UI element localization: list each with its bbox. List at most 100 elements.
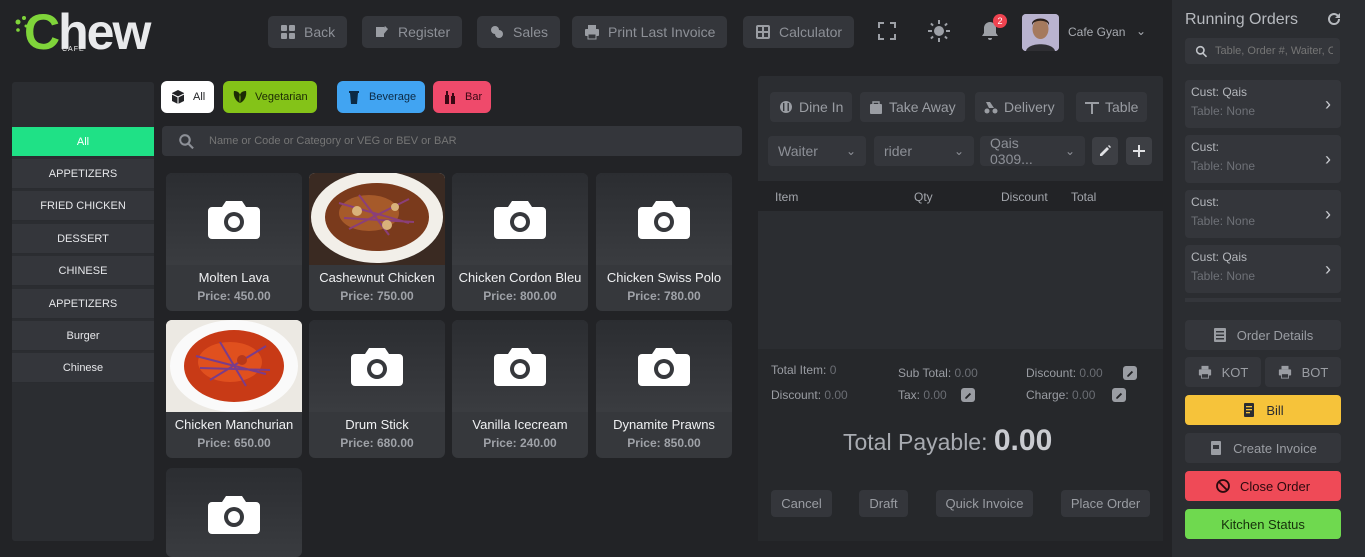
close-order-button[interactable]: Close Order	[1185, 471, 1341, 501]
discount-value: 0.00	[1079, 366, 1103, 380]
search-icon	[1195, 45, 1208, 57]
filter-beverage-label: Beverage	[369, 91, 417, 103]
cup-icon	[349, 91, 359, 104]
notifications-button[interactable]: 2	[977, 14, 1007, 44]
back-button[interactable]: Back	[268, 16, 348, 48]
edit-discount-button[interactable]	[1123, 366, 1137, 380]
kot-button[interactable]: KOT	[1185, 357, 1261, 387]
product-card[interactable]: Vanilla Icecream Price: 240.00	[452, 320, 588, 458]
order-details-button[interactable]: Order Details	[1185, 320, 1341, 350]
category-item-chinese-2[interactable]: Chinese	[12, 353, 154, 383]
product-price: Price: 780.00	[627, 289, 701, 303]
category-item-chinese[interactable]: CHINESE	[12, 256, 154, 286]
product-price: Price: 650.00	[197, 436, 271, 450]
printer-icon	[1278, 365, 1291, 379]
edit-charge-button[interactable]	[1112, 388, 1126, 402]
category-item-burger[interactable]: Burger	[12, 321, 154, 351]
order-table: Table: None	[1191, 104, 1256, 118]
calculator-button[interactable]: Calculator	[743, 16, 855, 48]
chevron-down-icon: ⌄	[845, 144, 856, 158]
customer-select[interactable]: Qais 0309... ⌄	[980, 135, 1085, 167]
category-item-appetizers-2[interactable]: APPETIZERS	[12, 289, 154, 319]
running-order-card[interactable]: Cust: Qais Table: None ›	[1185, 80, 1341, 128]
draft-button[interactable]: Draft	[859, 490, 908, 517]
refresh-icon[interactable]	[1327, 12, 1341, 26]
charge-value: 0.00	[1072, 388, 1096, 402]
order-table: Table: None	[1191, 269, 1256, 283]
bill-label: Bill	[1266, 402, 1284, 418]
sub-total-row: Sub Total: 0.00	[898, 366, 978, 380]
filter-bar-button[interactable]: Bar	[433, 81, 492, 113]
product-name: Molten Lava	[198, 270, 270, 285]
product-image	[166, 173, 302, 265]
charge-row: Charge: 0.00	[1026, 388, 1095, 402]
avatar[interactable]	[1022, 14, 1059, 51]
tax-value: 0.00	[923, 388, 947, 402]
product-card[interactable]: Chicken Manchurian Price: 650.00	[166, 320, 302, 458]
running-orders-search[interactable]	[1185, 38, 1340, 64]
product-image	[452, 320, 588, 412]
user-name[interactable]: Cafe Gyan	[1068, 25, 1125, 39]
running-order-card[interactable]: Cust: Table: None ›	[1185, 190, 1341, 238]
category-item-fried-chicken[interactable]: FRIED CHICKEN	[12, 191, 154, 221]
bill-button[interactable]: Bill	[1185, 395, 1341, 425]
chevron-down-icon[interactable]: ⌄	[1136, 24, 1146, 38]
product-search-input[interactable]	[209, 135, 709, 147]
filter-vegetarian-button[interactable]: Vegetarian	[223, 81, 317, 113]
notification-badge: 2	[993, 14, 1007, 28]
product-card[interactable]: Chicken Cordon Bleu Price: 800.00	[452, 173, 588, 311]
product-price: Price: 800.00	[483, 289, 557, 303]
create-invoice-button[interactable]: Create Invoice	[1185, 433, 1341, 463]
tab-delivery[interactable]: Delivery	[975, 92, 1064, 122]
printer-icon	[1198, 365, 1211, 379]
product-card[interactable]	[166, 468, 302, 557]
place-order-button[interactable]: Place Order	[1061, 490, 1150, 517]
running-orders-search-input[interactable]	[1215, 45, 1333, 57]
product-card[interactable]: Cashewnut Chicken Price: 750.00	[309, 173, 445, 311]
chevron-right-icon: ›	[1325, 94, 1331, 114]
kitchen-status-button[interactable]: Kitchen Status	[1185, 509, 1341, 539]
edit-tax-button[interactable]	[961, 388, 975, 402]
chevron-down-icon: ⌄	[1064, 144, 1075, 158]
total-item-row: Total Item: 0	[771, 363, 836, 377]
filter-beverage-button[interactable]: Beverage	[337, 81, 426, 113]
product-card[interactable]: Molten Lava Price: 450.00	[166, 173, 302, 311]
running-order-card[interactable]: Cust: Table: None ›	[1185, 135, 1341, 183]
product-card[interactable]: Chicken Swiss Polo Price: 780.00	[596, 173, 732, 311]
print-last-invoice-button[interactable]: Print Last Invoice	[572, 16, 728, 48]
product-search[interactable]	[162, 126, 742, 156]
pencil-icon	[1126, 370, 1133, 377]
add-customer-button[interactable]	[1126, 137, 1152, 165]
product-card[interactable]: Dynamite Prawns Price: 850.00	[596, 320, 732, 458]
product-name: Chicken Manchurian	[174, 417, 294, 432]
running-orders-title: Running Orders	[1185, 11, 1298, 28]
product-name: Chicken Swiss Polo	[606, 270, 722, 285]
tab-table-label: Table	[1105, 99, 1139, 115]
camera-icon	[208, 201, 260, 239]
tab-take-away[interactable]: Take Away	[860, 92, 965, 122]
waiter-select[interactable]: Waiter ⌄	[768, 136, 866, 166]
category-item-dessert[interactable]: DESSERT	[12, 224, 154, 254]
tab-dine-in[interactable]: Dine In	[770, 92, 853, 122]
tab-table[interactable]: Table	[1076, 92, 1148, 122]
tax-label: Tax:	[898, 388, 921, 402]
total-item-value: 0	[829, 363, 837, 377]
sales-button[interactable]: Sales	[477, 16, 561, 48]
fullscreen-button[interactable]	[874, 18, 900, 44]
bot-button[interactable]: BOT	[1265, 357, 1341, 387]
discount-row: Discount: 0.00	[1026, 366, 1103, 380]
category-item-all[interactable]: All	[12, 127, 154, 157]
register-button[interactable]: Register	[362, 16, 463, 48]
camera-icon	[638, 201, 690, 239]
bot-label: BOT	[1301, 364, 1329, 380]
discount-label: Discount:	[1026, 366, 1077, 380]
filter-all-button[interactable]: All	[161, 81, 215, 113]
rider-select[interactable]: rider ⌄	[874, 136, 974, 166]
running-order-card[interactable]: Cust: Qais Table: None ›	[1185, 245, 1341, 293]
quick-invoice-button[interactable]: Quick Invoice	[936, 490, 1033, 517]
category-item-appetizers[interactable]: APPETIZERS	[12, 159, 154, 189]
edit-customer-button[interactable]	[1092, 137, 1118, 165]
product-card[interactable]: Drum Stick Price: 680.00	[309, 320, 445, 458]
theme-toggle-button[interactable]	[926, 18, 952, 44]
cancel-button[interactable]: Cancel	[771, 490, 832, 517]
